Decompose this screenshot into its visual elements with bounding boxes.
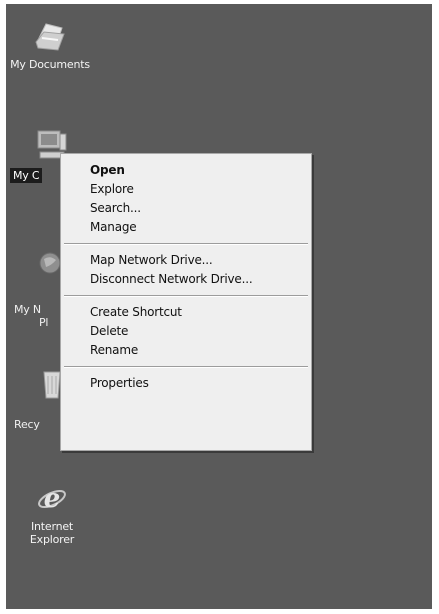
- desktop[interactable]: My Documents My C My N Pl Recy e Interne…: [6, 4, 432, 609]
- menu-item-delete[interactable]: Delete: [61, 322, 311, 341]
- menu-item-open[interactable]: Open: [61, 161, 311, 180]
- svg-text:e: e: [44, 484, 61, 514]
- desktop-icon-my-documents[interactable]: My Documents: [6, 18, 100, 71]
- menu-item-manage[interactable]: Manage: [61, 218, 311, 237]
- menu-separator: [64, 295, 308, 297]
- menu-item-create-shortcut[interactable]: Create Shortcut: [61, 303, 311, 322]
- desktop-icon-label: My Documents: [10, 58, 90, 71]
- menu-item-explore[interactable]: Explore: [61, 180, 311, 199]
- internet-explorer-icon: e: [38, 484, 66, 514]
- desktop-icon-label: Pl: [39, 316, 49, 329]
- menu-item-rename[interactable]: Rename: [61, 341, 311, 360]
- desktop-icon-label: Internet Explorer: [29, 520, 75, 546]
- desktop-icon-internet-explorer[interactable]: e Internet Explorer: [6, 480, 102, 546]
- context-menu: Open Explore Search... Manage Map Network Dr…: [60, 153, 312, 451]
- desktop-icon-label: My C: [10, 168, 43, 183]
- menu-item-properties[interactable]: Properties: [61, 374, 311, 393]
- folder-documents-icon: [35, 23, 65, 51]
- desktop-icon-label: Recy: [14, 418, 40, 431]
- menu-item-map-network-drive[interactable]: Map Network Drive...: [61, 251, 311, 270]
- desktop-icon-label: My N: [14, 303, 41, 316]
- menu-separator: [64, 243, 308, 245]
- menu-separator: [64, 366, 308, 368]
- menu-item-disconnect-network-drive[interactable]: Disconnect Network Drive...: [61, 270, 311, 289]
- menu-item-search[interactable]: Search...: [61, 199, 311, 218]
